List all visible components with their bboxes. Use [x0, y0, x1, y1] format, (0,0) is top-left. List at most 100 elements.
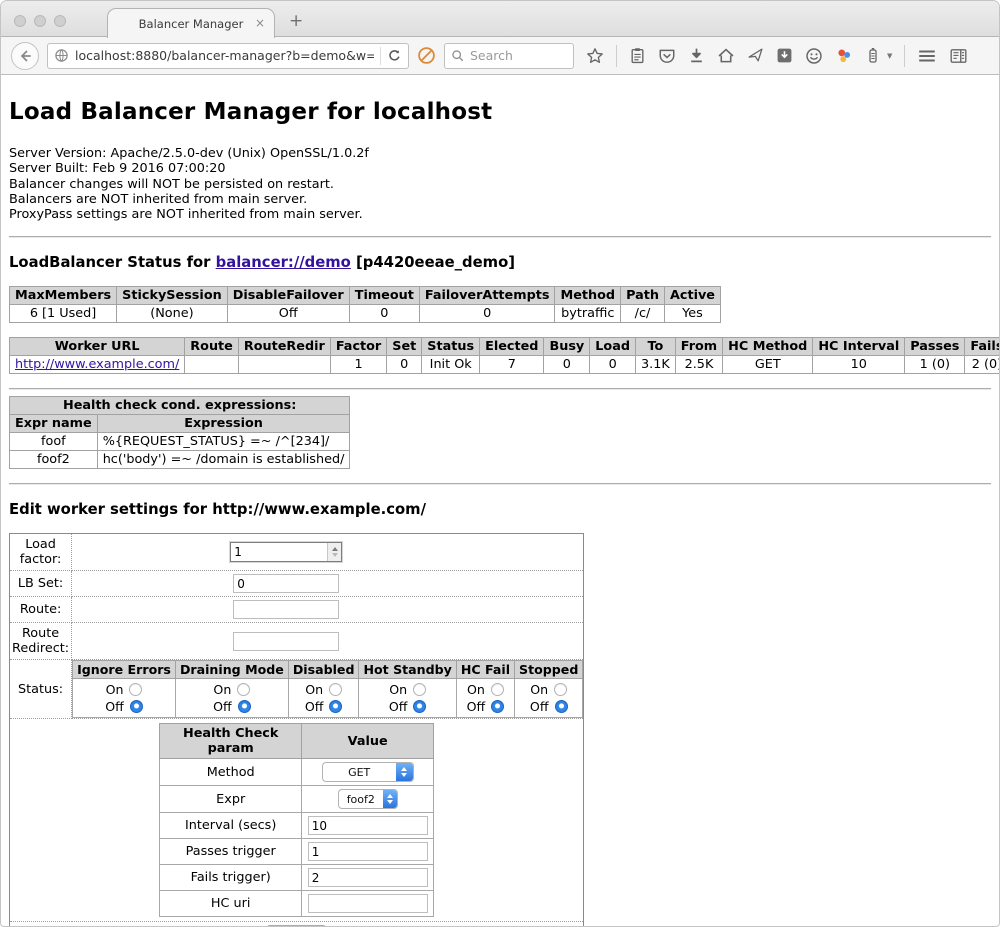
back-arrow-icon	[17, 48, 33, 64]
health-check-table: Health Check param Value Method GET	[159, 723, 434, 917]
divider	[9, 236, 991, 238]
interval-input[interactable]	[308, 816, 428, 835]
cell-load: 0	[590, 356, 636, 374]
zoom-window-button[interactable]	[54, 15, 66, 27]
expr-table-title: Health check cond. expressions:	[10, 397, 350, 415]
server-version-line: Server Version: Apache/2.5.0-dev (Unix) …	[9, 146, 991, 161]
on-label: On	[530, 682, 548, 697]
number-spinner[interactable]	[327, 543, 341, 561]
expr-value: hc('body') =~ /domain is established/	[97, 451, 350, 469]
status-col-hc-fail: HC Fail	[456, 661, 514, 679]
tab-close-icon[interactable]: ×	[255, 16, 265, 30]
worker-url-link[interactable]: http://www.example.com/	[15, 357, 179, 372]
radio-hc-fail-on[interactable]	[491, 683, 504, 696]
route-input[interactable]	[233, 600, 339, 619]
divider	[9, 483, 991, 485]
balancer-status-table: MaxMembers StickySession DisableFailover…	[9, 286, 721, 323]
overflow-caret-icon[interactable]: ▼	[887, 52, 892, 60]
url-input[interactable]: localhost:8880/balancer-manager?b=demo&w…	[75, 48, 374, 63]
col-busy: Busy	[544, 338, 590, 356]
fails-label: Fails trigger)	[160, 865, 302, 891]
heading-prefix: LoadBalancer Status for	[9, 254, 216, 271]
expr-select[interactable]: foof2	[338, 789, 398, 809]
tab-balancer-manager[interactable]: Balancer Manager ×	[107, 8, 275, 38]
lb-set-label: LB Set:	[10, 571, 72, 597]
col-status: Status	[422, 338, 480, 356]
cell-factor: 1	[330, 356, 386, 374]
sidebar-panel-icon[interactable]	[949, 47, 968, 65]
globe-icon	[54, 48, 69, 63]
col-hc-interval: HC Interval	[813, 338, 905, 356]
url-bar[interactable]: localhost:8880/balancer-manager?b=demo&w…	[47, 43, 409, 69]
radio-disabled-off[interactable]	[329, 700, 342, 713]
page-title: Load Balancer Manager for localhost	[9, 99, 991, 125]
lb-set-input[interactable]	[233, 574, 339, 593]
save-to-pocket-icon[interactable]	[776, 47, 793, 64]
downloads-icon[interactable]	[688, 47, 705, 64]
cell-maxmembers: 6 [1 Used]	[10, 305, 117, 323]
on-label: On	[467, 682, 485, 697]
minimize-window-button[interactable]	[34, 15, 46, 27]
col-factor: Factor	[330, 338, 386, 356]
expr-selected-value: foof2	[339, 790, 383, 808]
route-redirect-input[interactable]	[233, 632, 339, 651]
col-load: Load	[590, 338, 636, 356]
col-to: To	[636, 338, 676, 356]
col-set: Set	[387, 338, 422, 356]
bookmarks-clipboard-icon[interactable]	[629, 47, 646, 64]
home-icon[interactable]	[717, 47, 735, 65]
col-disablefailover: DisableFailover	[227, 287, 349, 305]
off-label: Off	[530, 699, 549, 714]
radio-draining-mode-on[interactable]	[237, 683, 250, 696]
col-timeout: Timeout	[349, 287, 419, 305]
balancer-demo-link[interactable]: balancer://demo	[216, 254, 351, 271]
radio-stopped-on[interactable]	[554, 683, 567, 696]
new-tab-button[interactable]: +	[289, 11, 303, 31]
server-info: Server Version: Apache/2.5.0-dev (Unix) …	[9, 146, 991, 222]
select-stepper-icon	[396, 763, 413, 781]
radio-disabled-on[interactable]	[329, 683, 342, 696]
radio-ignore-errors-on[interactable]	[129, 683, 142, 696]
fails-input[interactable]	[308, 868, 428, 887]
radio-hot-standby-off[interactable]	[413, 700, 426, 713]
pocket-icon[interactable]	[658, 47, 676, 65]
back-button[interactable]	[11, 42, 39, 70]
urlbar-divider	[380, 47, 381, 65]
bookmark-star-icon[interactable]	[586, 47, 604, 65]
hc-uri-input[interactable]	[308, 894, 428, 913]
cell-failoverattempts: 0	[419, 305, 555, 323]
feedback-smiley-icon[interactable]	[805, 47, 823, 65]
cell-to: 3.1K	[636, 356, 676, 374]
passes-input[interactable]	[308, 842, 428, 861]
persist-note-line: Balancer changes will NOT be persisted o…	[9, 177, 991, 192]
on-label: On	[389, 682, 407, 697]
status-col-stopped: Stopped	[515, 661, 583, 679]
menu-hamburger-icon[interactable]	[917, 47, 937, 65]
col-worker-url: Worker URL	[10, 338, 185, 356]
col-failoverattempts: FailoverAttempts	[419, 287, 555, 305]
search-input[interactable]	[470, 48, 560, 63]
battery-extension-icon[interactable]	[865, 47, 881, 64]
expr-value: %{REQUEST_STATUS} =~ /^[234]/	[97, 433, 350, 451]
radio-hc-fail-off[interactable]	[491, 700, 504, 713]
reload-icon[interactable]	[387, 48, 402, 63]
load-factor-input[interactable]	[231, 543, 327, 561]
content-blocked-icon[interactable]	[417, 46, 436, 65]
cell-path: /c/	[621, 305, 665, 323]
expressions-table: Health check cond. expressions: Expr nam…	[9, 396, 350, 469]
on-label: On	[305, 682, 323, 697]
radio-hot-standby-on[interactable]	[413, 683, 426, 696]
col-expression: Expression	[97, 415, 350, 433]
radio-ignore-errors-off[interactable]	[130, 700, 143, 713]
balancer-status-heading: LoadBalancer Status for balancer://demo …	[9, 254, 991, 271]
close-window-button[interactable]	[14, 15, 26, 27]
col-fails: Fails	[965, 338, 1000, 356]
extension-colordots-icon[interactable]	[835, 47, 853, 65]
method-select[interactable]: GET	[322, 762, 414, 782]
radio-draining-mode-off[interactable]	[238, 700, 251, 713]
status-col-disabled: Disabled	[288, 661, 359, 679]
radio-stopped-off[interactable]	[555, 700, 568, 713]
status-col-hot-standby: Hot Standby	[359, 661, 456, 679]
search-bar[interactable]	[444, 43, 574, 69]
send-plane-icon[interactable]	[747, 47, 764, 64]
